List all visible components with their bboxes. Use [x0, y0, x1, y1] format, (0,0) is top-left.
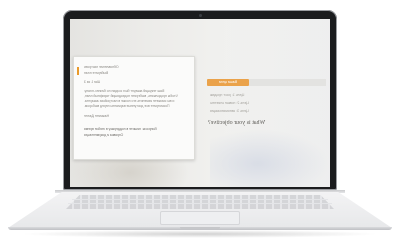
laptop-shadow: [20, 230, 380, 238]
keyboard-row-divider: [72, 199, 328, 200]
laptop-screen: Обновление настроек Выберите план Шаг 1 …: [70, 19, 330, 187]
card-line-9: Вопросы: пишите в поддержку в любое врем…: [84, 127, 157, 131]
laptop-illustration: Обновление настроек Выберите план Шаг 1 …: [0, 0, 400, 243]
trackpad: [160, 211, 240, 225]
keyboard: [66, 195, 334, 209]
objective-line-3[interactable]: Цель 3: автоматизация: [210, 109, 249, 113]
card-line-6: и вы сможете изменить его позже в настро…: [84, 99, 175, 103]
objective-line-2[interactable]: Цель 2: новые клиенты: [210, 101, 249, 105]
keyboard-row-divider: [68, 203, 332, 204]
card-line-1: Обновление настроек: [84, 65, 119, 69]
objective-badge[interactable]: Ваши цели: [207, 79, 249, 86]
card-line-8[interactable]: Нажмите Далее: [84, 114, 109, 118]
badge-track: [249, 79, 326, 86]
card-line-7: Посмотрите все доступные варианты перед …: [84, 104, 170, 108]
card-line-3: Шаг 1 из 3: [84, 80, 101, 84]
card-line-10[interactable]: Справка и документация: [84, 133, 123, 137]
laptop-lid: Обновление настроек Выберите план Шаг 1 …: [63, 10, 337, 190]
card-line-4: Ваш текущий аккаунт был создан по бизнес…: [84, 89, 165, 93]
badge-label: Ваши цели: [218, 80, 238, 84]
camera-icon: [198, 14, 202, 17]
screen-blur-right: [210, 129, 330, 187]
card-line-5: Чтобы продолжить, выберите подходящий та…: [84, 94, 178, 98]
card-line-2: Выберите план: [84, 71, 109, 75]
objective-line-1[interactable]: Цель 1: рост продаж: [210, 93, 244, 97]
onboarding-card: Обновление настроек Выберите план Шаг 1 …: [73, 56, 195, 160]
lid-opening-notch: [180, 227, 220, 229]
objective-question: What is your objective?: [208, 120, 266, 126]
card-accent-bar: [77, 67, 79, 75]
